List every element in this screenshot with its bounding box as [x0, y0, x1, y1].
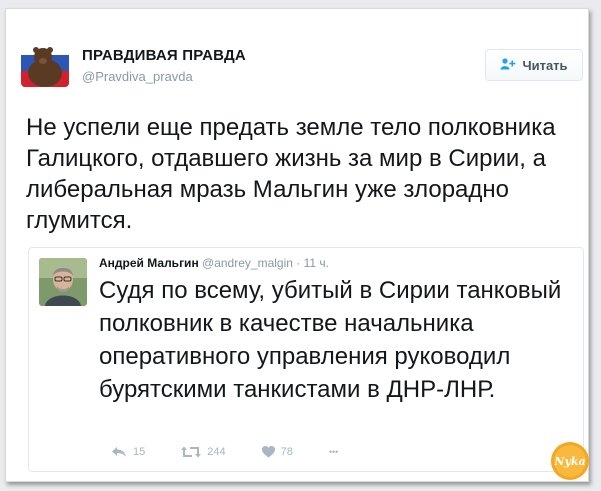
add-user-icon	[500, 57, 516, 73]
quoted-tweet[interactable]: Андрей Мальгин @andrey_malgin · 11 ч. Су…	[28, 247, 584, 472]
quoted-author-name[interactable]: Андрей Мальгин	[99, 256, 199, 270]
more-button[interactable]: •••	[329, 447, 338, 457]
quoted-author-handle[interactable]: @andrey_malgin	[202, 256, 293, 270]
retweet-button[interactable]: 244	[181, 446, 226, 458]
quoted-author-avatar[interactable]	[39, 258, 87, 306]
action-bar: 15 244 78 •••	[111, 446, 374, 458]
like-count: 78	[280, 446, 293, 458]
quoted-timestamp[interactable]: 11 ч.	[304, 256, 329, 270]
heart-icon	[261, 446, 275, 458]
watermark-text: Nyka	[553, 455, 585, 468]
author-avatar[interactable]	[21, 39, 69, 87]
reply-icon	[111, 446, 127, 458]
retweet-count: 244	[207, 446, 226, 458]
follow-button[interactable]: Читать	[485, 49, 583, 81]
tweet-text: Не успели еще предать земле тело полковн…	[26, 114, 556, 234]
tweet-card: ПРАВДИВАЯ ПРАВДА @Pravdiva_pravda Читать…	[5, 8, 589, 482]
reply-button[interactable]: 15	[111, 446, 145, 458]
quoted-tweet-text: Судя по всему, убитый в Сирии танковый п…	[99, 277, 562, 403]
dot-separator: ·	[296, 256, 301, 270]
follow-label: Читать	[522, 57, 568, 73]
retweet-icon	[181, 446, 202, 458]
author-name[interactable]: ПРАВДИВАЯ ПРАВДА	[82, 47, 246, 64]
reply-count: 15	[133, 446, 146, 458]
quoted-header: Андрей Мальгин @andrey_malgin · 11 ч.	[99, 256, 329, 270]
author-handle[interactable]: @Pravdiva_pravda	[82, 69, 193, 84]
more-icon: •••	[328, 447, 339, 457]
nyka-logo: Nyka	[550, 441, 590, 481]
like-button[interactable]: 78	[261, 446, 293, 458]
